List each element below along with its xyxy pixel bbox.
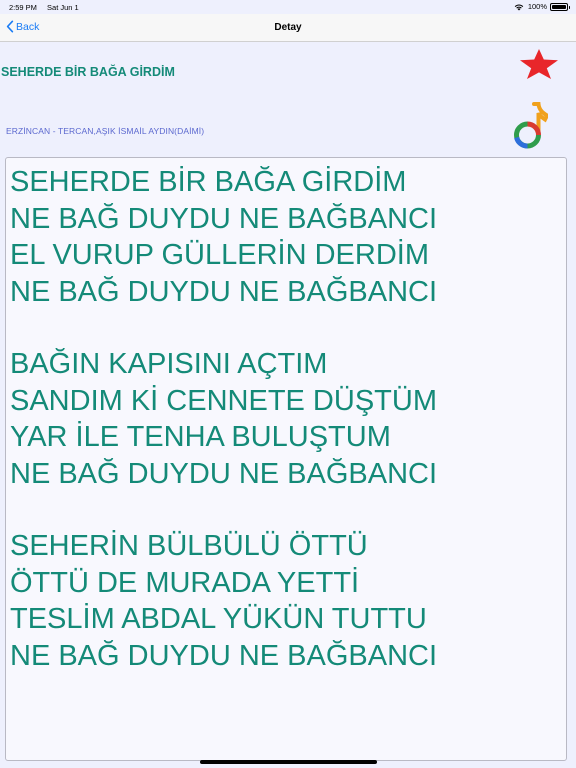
page-title: Detay [274, 22, 302, 33]
status-right: 100% [514, 2, 570, 11]
navigation-bar: Back Detay [0, 14, 576, 42]
status-time: 2:59 PM [9, 3, 37, 12]
status-left: 2:59 PM Sat Jun 1 [9, 3, 87, 12]
lyric-line: SEHERİN BÜLBÜLÜ ÖTTÜ [10, 530, 368, 562]
star-icon[interactable] [518, 48, 560, 80]
lyric-line: ÖTTÜ DE MURADA YETTİ [10, 566, 360, 599]
stanza: SEHERİN BÜLBÜLÜ ÖTTÜ ÖTTÜ DE MURADA YETT… [6, 528, 566, 674]
music-note-icon[interactable] [512, 101, 548, 149]
battery-percent: 100% [527, 2, 547, 11]
lyric-line: SEHERDE BİR BAĞA GİRDİM [10, 166, 407, 198]
battery-level [552, 4, 566, 9]
song-meta: ERZİNCAN - TERCAN,AŞIK İSMAİL AYDIN(DAİM… [6, 126, 205, 136]
stanza: SEHERDE BİR BAĞA GİRDİM NE BAĞ DUYDU NE … [6, 164, 566, 310]
song-title: SEHERDE BİR BAĞA GİRDİM [1, 65, 175, 79]
lyrics-text-area[interactable]: SEHERDE BİR BAĞA GİRDİM NE BAĞ DUYDU NE … [5, 157, 567, 761]
lyric-line: TESLİM ABDAL YÜKÜN TUTTU [10, 603, 427, 635]
lyric-line: YAR İLE TENHA BULUŞTUM [10, 421, 391, 453]
wifi-icon [514, 3, 524, 10]
lyric-line: NE BAĞ DUYDU NE BAĞBANCI [10, 457, 438, 490]
home-indicator[interactable] [200, 760, 377, 764]
lyric-line: NE BAĞ DUYDU NE BAĞBANCI [10, 202, 438, 235]
lyric-line: BAĞIN KAPISINI AÇTIM [10, 348, 328, 380]
lyric-line: NE BAĞ DUYDU NE BAĞBANCI [10, 639, 438, 672]
status-date: Sat Jun 1 [47, 3, 79, 12]
lyric-line: EL VURUP GÜLLERİN DERDİM [10, 239, 429, 271]
stanza: BAĞIN KAPISINI AÇTIM SANDIM Kİ CENNETE D… [6, 346, 566, 492]
lyric-line: NE BAĞ DUYDU NE BAĞBANCI [10, 275, 438, 308]
status-bar: 2:59 PM Sat Jun 1 100% [0, 0, 576, 14]
battery-icon [550, 2, 570, 11]
lyric-line: SANDIM Kİ CENNETE DÜŞTÜM [10, 384, 437, 417]
